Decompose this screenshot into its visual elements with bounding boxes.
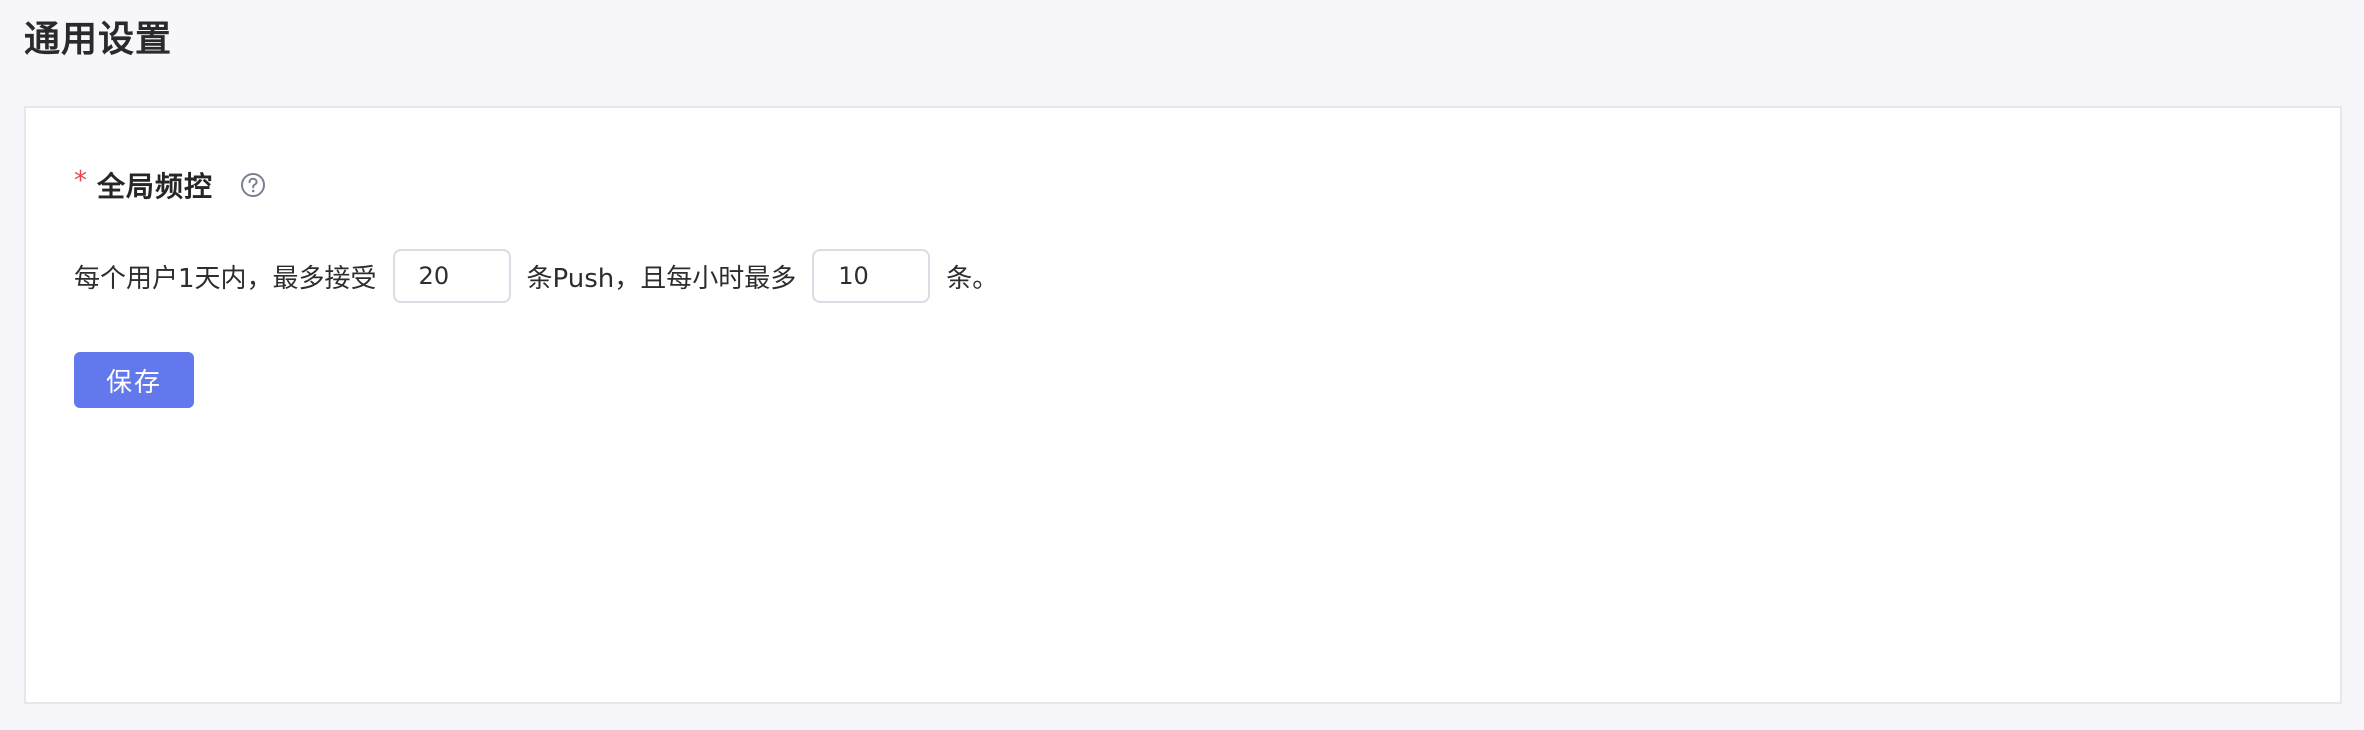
question-circle-icon[interactable] [239,171,267,199]
save-button[interactable]: 保存 [74,352,194,408]
hourly-max-input[interactable] [812,249,931,303]
section-title: 全局频控 [97,170,214,203]
rule-middle-text: 条Push，且每小时最多 [526,263,797,294]
daily-max-input[interactable] [392,249,511,303]
required-mark: * [74,166,87,196]
rule-prefix-text: 每个用户1天内，最多接受 [74,263,377,294]
settings-card: * 全局频控 每个用户1天内，最多接受 条Push，且每小时最多 条。 保存 [24,106,2342,704]
frequency-control-header: * 全局频控 [74,160,267,210]
page-title: 通用设置 [24,19,173,60]
rule-suffix-text: 条。 [946,263,999,294]
frequency-rule-row: 每个用户1天内，最多接受 条Push，且每小时最多 条。 [74,248,998,304]
